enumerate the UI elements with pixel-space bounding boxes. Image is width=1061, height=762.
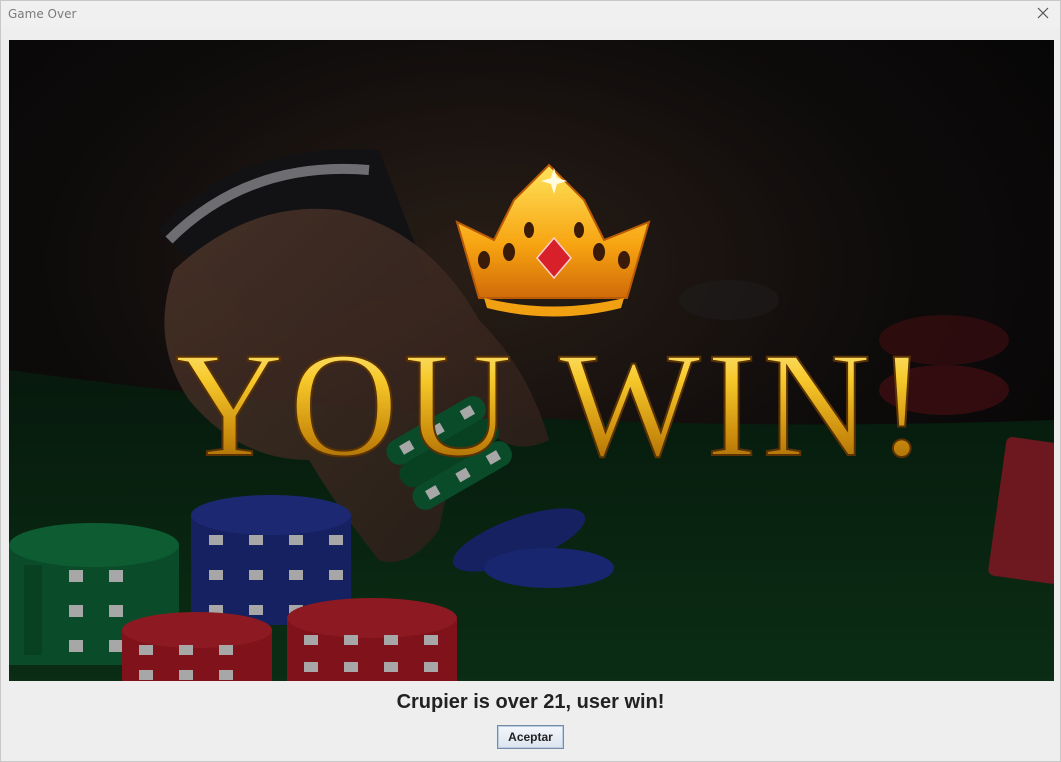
you-win-image: YOU WIN! [9, 40, 1054, 681]
title-bar[interactable]: Game Over [1, 1, 1060, 27]
result-message: Crupier is over 21, user win! [396, 691, 665, 713]
close-button[interactable] [1032, 3, 1054, 23]
window-title: Game Over [8, 7, 77, 21]
dialog-window: Game Over YOU WIN! Crupier is over 21, u… [0, 0, 1061, 762]
you-win-banner: YOU WIN! [175, 322, 933, 488]
close-icon [1037, 7, 1049, 19]
accept-button[interactable]: Aceptar [497, 725, 564, 749]
